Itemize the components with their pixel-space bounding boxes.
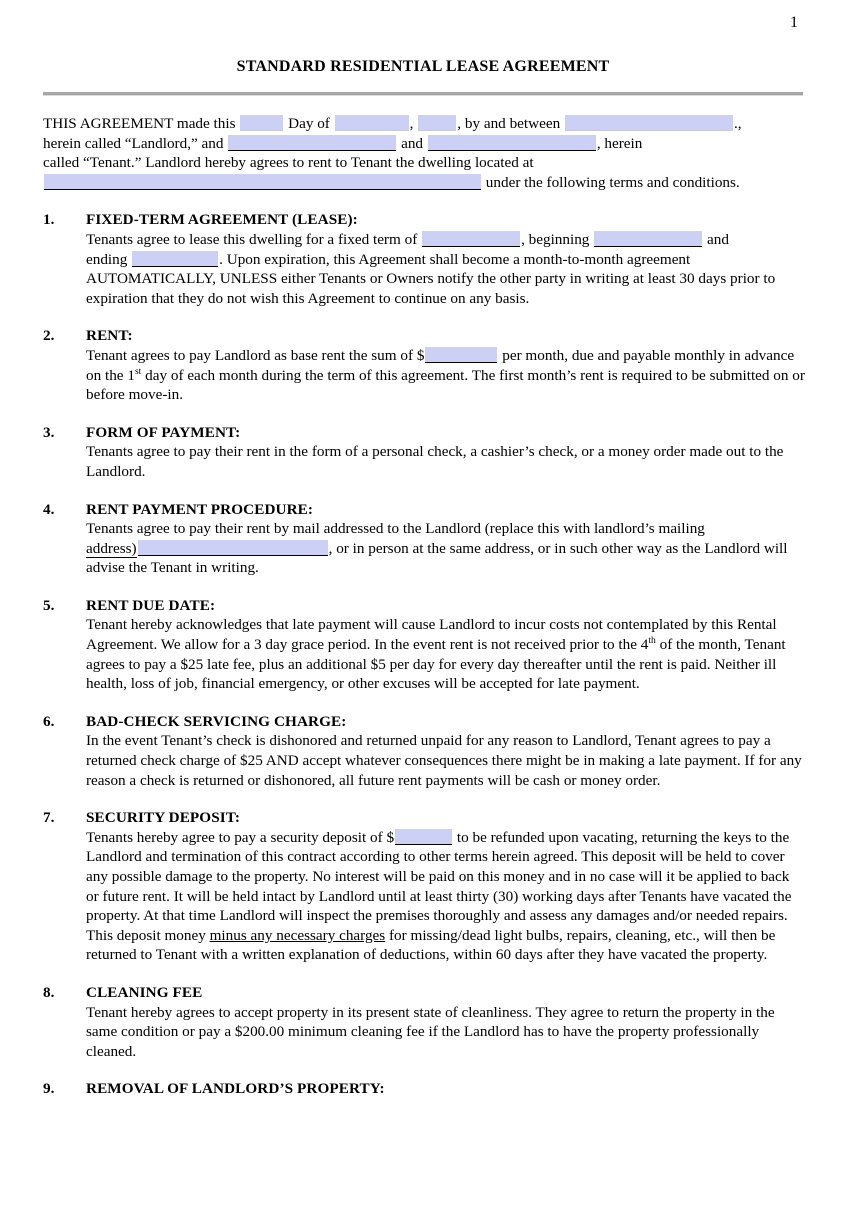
intro-text-9: called “Tenant.” Landlord hereby agrees … xyxy=(43,154,534,172)
section-rent: 2. RENT: Tenant agrees to pay Landlord a… xyxy=(43,326,805,404)
tenant-one-field[interactable] xyxy=(228,134,397,151)
section-form-of-payment: 3. FORM OF PAYMENT: Tenants agree to pay… xyxy=(43,423,805,482)
section-body-8: Tenant hereby agrees to accept property … xyxy=(86,1003,775,1060)
section-number-5: 5. xyxy=(43,596,55,614)
section-heading-3: FORM OF PAYMENT: xyxy=(86,423,241,441)
fixed-term-text-c: and xyxy=(707,230,729,248)
rent-text-a: Tenant agrees to pay Landlord as base re… xyxy=(86,346,425,364)
fixed-term-text-d: ending xyxy=(86,250,128,268)
section-body-3: Tenants agree to pay their rent in the f… xyxy=(86,443,784,480)
intro-text-2: Day of xyxy=(288,115,330,132)
section-heading-8: CLEANING FEE xyxy=(86,983,203,1001)
section-security-deposit: 7. SECURITY DEPOSIT: Tenants hereby agre… xyxy=(43,808,805,965)
intro-text-6: herein called “Landlord,” and xyxy=(43,134,224,152)
section-cleaning-fee: 8. CLEANING FEE Tenant hereby agrees to … xyxy=(43,983,805,1061)
section-heading-6: BAD-CHECK SERVICING CHARGE: xyxy=(86,712,347,730)
intro-text-3: , xyxy=(409,115,414,132)
day-field[interactable] xyxy=(240,115,284,131)
section-body-7: Tenants hereby agree to pay a security d… xyxy=(86,828,805,965)
section-rent-payment-procedure: 4. RENT PAYMENT PROCEDURE: Tenants agree… xyxy=(43,500,805,578)
section-heading-4: RENT PAYMENT PROCEDURE: xyxy=(86,500,314,518)
section-number-7: 7. xyxy=(43,809,55,827)
fixed-term-text-b: , beginning xyxy=(521,230,590,248)
fixed-term-text-a: Tenants agree to lease this dwelling for… xyxy=(86,230,418,248)
landlord-mailing-address-field[interactable] xyxy=(137,539,328,556)
section-number-2: 2. xyxy=(43,327,55,345)
payment-procedure-text-a: Tenants agree to pay their rent by mail … xyxy=(86,520,705,538)
lease-end-date-field[interactable] xyxy=(132,250,219,267)
intro-text-5: ., xyxy=(733,115,742,132)
landlord-name-field[interactable] xyxy=(564,115,733,131)
intro-text-4: , by and between xyxy=(457,115,561,132)
page-number: 1 xyxy=(790,14,798,31)
intro-text-7: and xyxy=(401,134,424,152)
section-body-6: In the event Tenant’s check is dishonore… xyxy=(86,732,802,789)
lease-begin-date-field[interactable] xyxy=(594,230,703,247)
section-removal-of-landlords-property: 9. REMOVAL OF LANDLORD’S PROPERTY: xyxy=(43,1079,805,1099)
document-page: 1 STANDARD RESIDENTIAL LEASE AGREEMENT T… xyxy=(0,0,846,1228)
intro-text-1: THIS AGREEMENT made this xyxy=(43,115,236,132)
section-heading-9: REMOVAL OF LANDLORD’S PROPERTY: xyxy=(86,1080,385,1098)
document-body: THIS AGREEMENT made this Day of , , by a… xyxy=(43,114,805,1099)
tenant-two-field[interactable] xyxy=(427,134,596,151)
month-field[interactable] xyxy=(334,115,409,131)
section-fixed-term-agreement: 1. FIXED-TERM AGREEMENT (LEASE): Tenants… xyxy=(43,210,805,308)
intro-text-10: under the following terms and conditions… xyxy=(485,173,740,191)
section-body-1: Tenants agree to lease this dwelling for… xyxy=(86,230,805,308)
security-deposit-emphasis: minus any necessary charges xyxy=(209,926,386,944)
section-heading-2: RENT: xyxy=(86,327,133,345)
section-rent-due-date: 5. RENT DUE DATE: Tenant hereby acknowle… xyxy=(43,596,805,694)
section-number-4: 4. xyxy=(43,500,55,518)
security-deposit-amount-field[interactable] xyxy=(395,828,453,845)
rent-text-c: day of each month during the term of thi… xyxy=(86,366,805,404)
section-number-9: 9. xyxy=(43,1080,55,1098)
section-number-3: 3. xyxy=(43,423,55,441)
section-body-4: Tenants agree to pay their rent by mail … xyxy=(86,519,805,578)
section-body-5: Tenant hereby acknowledges that late pay… xyxy=(86,615,805,693)
year-field[interactable] xyxy=(418,115,457,131)
base-rent-amount-field[interactable] xyxy=(425,346,498,363)
property-address-field[interactable] xyxy=(44,173,481,190)
header-divider xyxy=(43,92,803,96)
page-title: STANDARD RESIDENTIAL LEASE AGREEMENT xyxy=(236,58,610,75)
section-body-2: Tenant agrees to pay Landlord as base re… xyxy=(86,346,805,405)
payment-procedure-text-b: address) xyxy=(86,539,137,558)
fixed-term-length-field[interactable] xyxy=(422,230,521,247)
section-heading-7: SECURITY DEPOSIT: xyxy=(86,809,241,827)
section-bad-check-servicing-charge: 6. BAD-CHECK SERVICING CHARGE: In the ev… xyxy=(43,712,805,790)
security-deposit-text-a: Tenants hereby agree to pay a security d… xyxy=(86,828,395,846)
section-heading-5: RENT DUE DATE: xyxy=(86,596,216,614)
intro-paragraph: THIS AGREEMENT made this Day of , , by a… xyxy=(43,114,805,192)
section-number-8: 8. xyxy=(43,983,55,1001)
section-heading-1: FIXED-TERM AGREEMENT (LEASE): xyxy=(86,211,358,229)
section-number-6: 6. xyxy=(43,712,55,730)
intro-text-8: , herein xyxy=(596,134,643,152)
rent-due-ordinal-suffix: th xyxy=(648,635,656,646)
section-number-1: 1. xyxy=(43,211,55,229)
